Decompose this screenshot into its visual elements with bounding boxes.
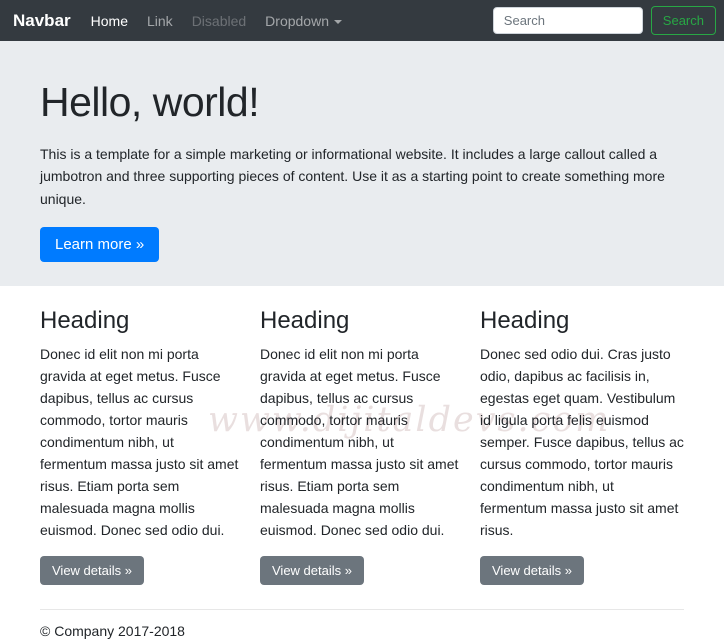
- feature-columns: Heading Donec id elit non mi porta gravi…: [40, 307, 684, 585]
- column-3-heading: Heading: [480, 307, 570, 334]
- feature-column-3: Heading Donec sed odio dui. Cras justo o…: [480, 307, 684, 585]
- chevron-down-icon: [334, 19, 342, 24]
- footer: © Company 2017-2018: [40, 623, 684, 639]
- learn-more-button[interactable]: Learn more »: [40, 227, 160, 263]
- search-input[interactable]: [492, 7, 643, 34]
- view-details-button-3[interactable]: View details »: [480, 555, 584, 585]
- jumbotron-title: Hello, world!: [40, 79, 260, 125]
- nav-item-link[interactable]: Link: [147, 13, 173, 29]
- column-1-text: Donec id elit non mi porta gravida at eg…: [40, 346, 239, 538]
- copyright-text: © Company 2017-2018: [40, 622, 185, 639]
- column-3-text: Donec sed odio dui. Cras justo odio, dap…: [480, 346, 684, 538]
- column-1-heading: Heading: [40, 307, 130, 334]
- nav-item-dropdown-label: Dropdown: [265, 12, 329, 29]
- feature-column-2: Heading Donec id elit non mi porta gravi…: [260, 307, 480, 585]
- feature-column-1: Heading Donec id elit non mi porta gravi…: [40, 307, 260, 585]
- view-details-button-1[interactable]: View details »: [40, 555, 144, 585]
- column-2-heading: Heading: [260, 307, 350, 334]
- nav-item-disabled: Disabled: [191, 12, 247, 29]
- jumbotron-description: This is a template for a simple marketin…: [40, 146, 665, 207]
- jumbotron: Hello, world! This is a template for a s…: [0, 41, 724, 286]
- search-form: Search: [492, 6, 716, 35]
- footer-divider: [40, 608, 684, 610]
- search-button[interactable]: Search: [650, 6, 716, 35]
- nav-item-home[interactable]: Home: [91, 13, 128, 29]
- view-details-button-2[interactable]: View details »: [260, 555, 364, 585]
- column-2-text: Donec id elit non mi porta gravida at eg…: [260, 346, 459, 538]
- nav-links: Home Link Disabled Dropdown: [91, 13, 361, 29]
- navbar: Navbar Home Link Disabled Dropdown Searc…: [0, 0, 724, 41]
- navbar-brand[interactable]: Navbar: [13, 11, 71, 31]
- nav-item-dropdown[interactable]: Dropdown: [265, 13, 342, 29]
- main-content: Heading Donec id elit non mi porta gravi…: [0, 307, 724, 639]
